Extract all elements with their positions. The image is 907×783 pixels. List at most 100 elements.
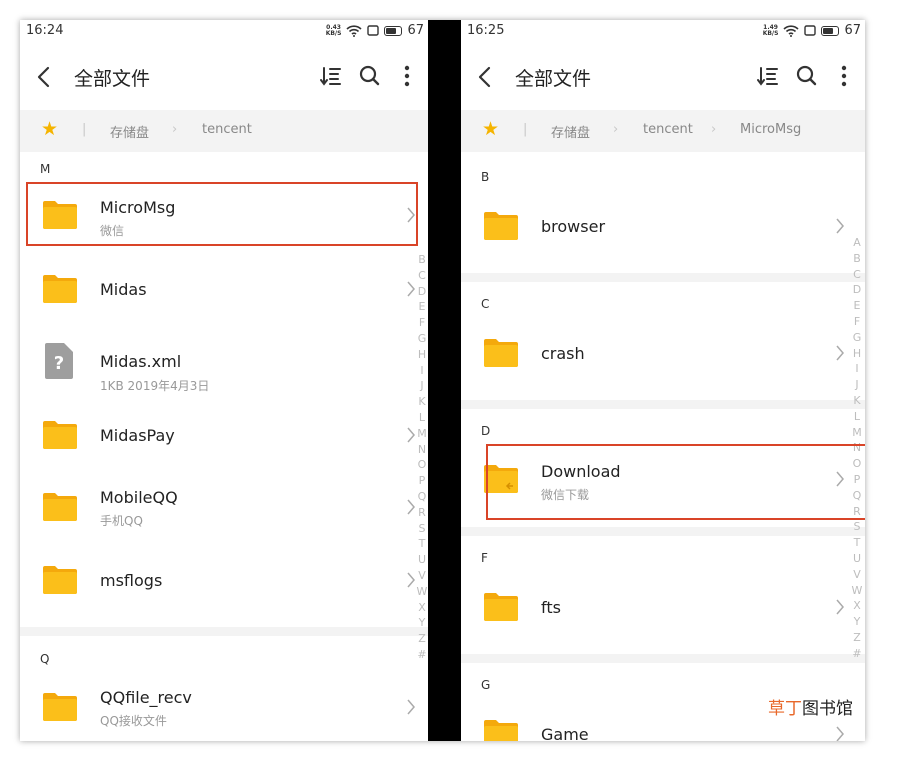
network-speed: 0.43 KB/S — [325, 23, 342, 37]
index-letter[interactable]: Z — [416, 631, 428, 647]
screen-icon — [367, 25, 380, 36]
index-letter[interactable]: U — [416, 552, 428, 568]
section-header-d: D — [481, 424, 491, 438]
breadcrumb-separator: | — [523, 122, 528, 137]
status-time: 16:25 — [467, 23, 505, 38]
folder-icon — [43, 693, 77, 721]
sort-icon[interactable] — [757, 64, 779, 88]
folder-icon — [43, 275, 77, 303]
folder-item-crash[interactable]: crash — [461, 322, 865, 384]
breadcrumb-item-micromsg[interactable]: MicroMsg — [740, 122, 801, 137]
index-letter[interactable]: B — [851, 251, 863, 267]
item-name: QQfile_recv — [100, 688, 192, 707]
index-letter[interactable]: Q — [416, 489, 428, 505]
index-letter[interactable]: J — [851, 377, 863, 393]
index-letter[interactable]: J — [416, 378, 428, 394]
chevron-right-icon — [836, 599, 844, 615]
breadcrumb-item-storage[interactable]: 存储盘 — [110, 122, 149, 141]
index-letter[interactable]: T — [851, 535, 863, 551]
index-letter[interactable]: F — [851, 314, 863, 330]
folder-item-qqfile-recv[interactable]: QQfile_recv QQ接收文件 — [20, 676, 428, 738]
index-letter[interactable]: C — [416, 268, 428, 284]
breadcrumb-item-tencent[interactable]: tencent — [643, 122, 693, 137]
index-letter[interactable]: K — [416, 394, 428, 410]
index-letter[interactable]: D — [416, 284, 428, 300]
index-letter[interactable]: E — [416, 299, 428, 315]
watermark: 草丁 图书馆 — [768, 699, 853, 719]
chevron-right-icon — [407, 699, 415, 715]
index-letter[interactable]: O — [416, 457, 428, 473]
section-header-m: M — [40, 162, 51, 176]
breadcrumb-item-tencent[interactable]: tencent — [202, 122, 252, 137]
index-letter[interactable]: M — [416, 426, 428, 442]
index-letter[interactable]: D — [851, 282, 863, 298]
star-icon[interactable]: ★ — [482, 120, 499, 139]
search-icon[interactable] — [358, 64, 380, 88]
index-letter[interactable]: # — [851, 646, 863, 662]
index-letter[interactable]: R — [416, 505, 428, 521]
chevron-right-icon — [407, 281, 415, 297]
item-subtitle: QQ接收文件 — [100, 714, 167, 728]
index-letter[interactable]: H — [851, 346, 863, 362]
index-letter[interactable]: T — [416, 536, 428, 552]
index-letter[interactable]: E — [851, 298, 863, 314]
unknown-file-icon: ? — [45, 343, 73, 379]
index-letter[interactable]: Y — [416, 615, 428, 631]
more-vertical-icon[interactable] — [833, 64, 855, 88]
star-icon[interactable]: ★ — [41, 120, 58, 139]
index-letter[interactable]: X — [416, 600, 428, 616]
index-letter[interactable]: M — [851, 425, 863, 441]
index-letter[interactable]: L — [416, 410, 428, 426]
folder-item-msflogs[interactable]: msflogs — [20, 549, 428, 611]
item-subtitle: 手机QQ — [100, 514, 143, 528]
more-vertical-icon[interactable] — [396, 64, 418, 88]
index-letter[interactable]: S — [416, 521, 428, 537]
index-letter[interactable]: C — [851, 267, 863, 283]
alphabet-index[interactable]: B C D E F G H I J K L M N O P Q R S T U V W X Y Z # — [416, 252, 428, 663]
index-letter[interactable]: # — [416, 647, 428, 663]
breadcrumb-item-storage[interactable]: 存储盘 — [551, 122, 590, 141]
search-icon[interactable] — [795, 64, 817, 88]
breadcrumb: ★ | 存储盘 › tencent — [20, 110, 428, 152]
battery-icon — [384, 25, 403, 36]
index-letter[interactable]: V — [416, 568, 428, 584]
file-item-midas-xml[interactable]: ? Midas.xml 1KB 2019年4月3日 — [20, 330, 428, 393]
sort-icon[interactable] — [320, 64, 342, 88]
folder-item-mobileqq[interactable]: MobileQQ 手机QQ — [20, 476, 428, 538]
section-divider — [461, 654, 865, 663]
back-arrow-icon[interactable] — [36, 66, 52, 88]
item-name: Game — [541, 725, 589, 741]
index-letter[interactable]: W — [416, 584, 428, 600]
index-letter[interactable]: A — [851, 235, 863, 251]
index-letter[interactable]: G — [851, 330, 863, 346]
index-letter[interactable]: Y — [851, 614, 863, 630]
folder-item-midaspay[interactable]: MidasPay — [20, 404, 428, 466]
back-arrow-icon[interactable] — [477, 66, 493, 88]
screen-divider — [428, 20, 461, 741]
index-letter[interactable]: W — [851, 583, 863, 599]
folder-item-fts[interactable]: fts — [461, 576, 865, 638]
breadcrumb: ★ | 存储盘 › tencent › MicroMsg — [461, 110, 865, 152]
index-letter[interactable]: N — [416, 442, 428, 458]
status-icons: 0.43 KB/S 67 — [326, 23, 424, 38]
index-letter[interactable]: I — [416, 363, 428, 379]
index-letter[interactable]: V — [851, 567, 863, 583]
index-letter[interactable]: X — [851, 598, 863, 614]
index-letter[interactable]: K — [851, 393, 863, 409]
index-letter[interactable]: I — [851, 361, 863, 377]
highlight-box — [486, 444, 865, 520]
folder-item-midas[interactable]: Midas — [20, 258, 428, 320]
index-letter[interactable]: Z — [851, 630, 863, 646]
folder-item-browser[interactable]: browser — [461, 195, 865, 257]
index-letter[interactable]: U — [851, 551, 863, 567]
index-letter[interactable]: H — [416, 347, 428, 363]
index-letter[interactable]: P — [416, 473, 428, 489]
index-letter[interactable]: F — [416, 315, 428, 331]
index-letter[interactable]: L — [851, 409, 863, 425]
item-name: fts — [541, 598, 561, 617]
index-letter[interactable]: B — [416, 252, 428, 268]
folder-icon — [484, 720, 518, 741]
index-letter[interactable]: S — [851, 519, 863, 535]
index-letter[interactable]: G — [416, 331, 428, 347]
folder-icon — [43, 566, 77, 594]
